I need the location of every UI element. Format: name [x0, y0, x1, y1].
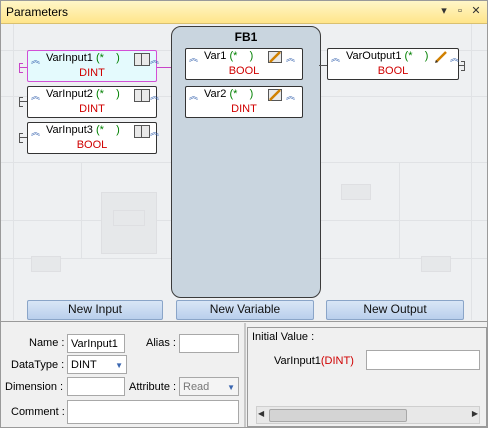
window-title: Parameters — [6, 5, 69, 19]
output-variable-varoutput1[interactable]: ︽ VarOutput1 (* ) ︽ BOOL — [327, 48, 459, 80]
alias-field[interactable] — [179, 334, 239, 353]
local-variable-var1[interactable]: ︽ Var1 (* ) ︽ BOOL — [185, 48, 303, 80]
expand-up-icon[interactable]: ︽ — [286, 89, 295, 102]
input-variable-varinput1[interactable]: ︽ VarInput1 (* ) ︽ DINT — [27, 50, 159, 82]
background-rail — [81, 162, 82, 258]
background-block — [31, 256, 61, 272]
output-connector — [319, 65, 327, 66]
expand-up-icon[interactable]: ︽ — [331, 51, 340, 64]
initial-value-variable: VarInput1(DINT) — [274, 355, 354, 367]
variable-name: Var2 (* ) — [204, 88, 254, 100]
attribute-label: Attribute : — [129, 381, 177, 393]
chevron-down-icon[interactable]: ▼ — [115, 356, 123, 373]
comment-label: Comment : — [11, 406, 65, 418]
variable-name: VarOutput1 (* ) — [346, 50, 429, 62]
panel-splitter[interactable] — [244, 323, 246, 427]
expand-up-icon[interactable]: ︽ — [189, 51, 198, 64]
expand-up-icon[interactable]: ︽ — [150, 53, 159, 66]
dimension-label: Dimension : — [5, 381, 64, 393]
input-variable-varinput2[interactable]: ︽ VarInput2 (* ) ︽ DINT — [27, 86, 159, 118]
diagram-canvas[interactable]: FB1 ︽ VarInput1 (* ) ︽ DINT ︽ VarInput2 … — [1, 24, 487, 320]
name-label: Name : — [29, 337, 65, 349]
edit-book-icon[interactable] — [268, 50, 282, 64]
variable-datatype: BOOL — [76, 139, 108, 151]
datatype-label: DataType : — [11, 359, 65, 371]
book-icon[interactable] — [134, 89, 150, 102]
input-connector — [157, 67, 171, 68]
expand-up-icon[interactable]: ︽ — [189, 89, 198, 102]
parameters-window: Parameters ▾ ▫ ✕ FB1 ︽ VarInput1 (*) ︽ … — [0, 0, 488, 428]
scroll-left-icon[interactable]: ◀ — [258, 409, 264, 418]
edit-book-icon[interactable] — [268, 88, 282, 102]
expand-up-icon[interactable]: ︽ — [450, 51, 459, 64]
close-icon[interactable]: ✕ — [469, 4, 483, 18]
variable-datatype: DINT — [231, 103, 257, 115]
new-output-button[interactable]: New Output — [326, 300, 464, 320]
input-connector-bracket — [19, 63, 23, 73]
background-rail — [13, 24, 14, 320]
expand-up-icon[interactable]: ︽ — [31, 53, 40, 66]
initial-value-group: Initial Value : VarInput1(DINT) ◀ ▶ — [247, 327, 487, 427]
expand-up-icon[interactable]: ︽ — [150, 89, 159, 102]
initial-value-label: Initial Value : — [252, 331, 315, 343]
attribute-select[interactable]: Read ▼ — [179, 377, 239, 396]
datatype-select[interactable]: DINT ▼ — [67, 355, 127, 374]
name-field[interactable]: VarInput1 — [67, 334, 125, 353]
scrollbar-thumb[interactable] — [269, 409, 407, 422]
expand-up-icon[interactable]: ︽ — [31, 89, 40, 102]
book-icon[interactable] — [134, 125, 150, 138]
initial-value-field[interactable] — [366, 350, 480, 370]
scroll-right-icon[interactable]: ▶ — [472, 409, 478, 418]
input-connector-bracket — [19, 97, 23, 107]
input-variable-varinput3[interactable]: ︽ VarInput3 (* ) ︽ BOOL — [27, 122, 159, 154]
dropdown-icon[interactable]: ▾ — [437, 4, 451, 18]
variable-datatype: DINT — [79, 103, 105, 115]
comment-field[interactable] — [67, 400, 239, 424]
expand-up-icon[interactable]: ︽ — [286, 51, 295, 64]
input-connector-bracket — [19, 133, 23, 143]
new-variable-button[interactable]: New Variable — [176, 300, 314, 320]
background-block — [341, 184, 371, 200]
variable-name: VarInput3 (* ) — [46, 124, 120, 136]
alias-label: Alias : — [146, 337, 176, 349]
datatype-value: DINT — [71, 359, 97, 371]
expand-up-icon[interactable]: ︽ — [150, 125, 159, 138]
background-rail — [471, 24, 472, 320]
book-icon[interactable] — [134, 53, 150, 66]
maximize-icon[interactable]: ▫ — [453, 4, 467, 18]
function-block-name: FB1 — [234, 30, 258, 44]
background-block — [113, 210, 145, 226]
output-connector-bracket — [461, 61, 465, 71]
expand-up-icon[interactable]: ︽ — [31, 125, 40, 138]
horizontal-scrollbar[interactable]: ◀ ▶ — [256, 406, 480, 424]
variable-datatype: BOOL — [228, 65, 260, 77]
pencil-icon[interactable] — [434, 50, 448, 64]
dimension-field[interactable] — [67, 377, 125, 396]
variable-datatype: DINT — [79, 67, 105, 79]
attribute-value: Read — [183, 381, 210, 393]
chevron-down-icon[interactable]: ▼ — [227, 378, 235, 395]
variable-name: VarInput2 (* ) — [46, 88, 120, 100]
new-input-button[interactable]: New Input — [27, 300, 163, 320]
background-rail — [399, 162, 400, 258]
background-block — [421, 256, 451, 272]
variable-name: VarInput1 (* ) — [46, 52, 120, 64]
local-variable-var2[interactable]: ︽ Var2 (* ) ︽ DINT — [185, 86, 303, 118]
variable-datatype: BOOL — [377, 65, 409, 77]
title-bar: Parameters ▾ ▫ ✕ — [1, 1, 487, 24]
variable-name: Var1 (* ) — [204, 50, 254, 62]
